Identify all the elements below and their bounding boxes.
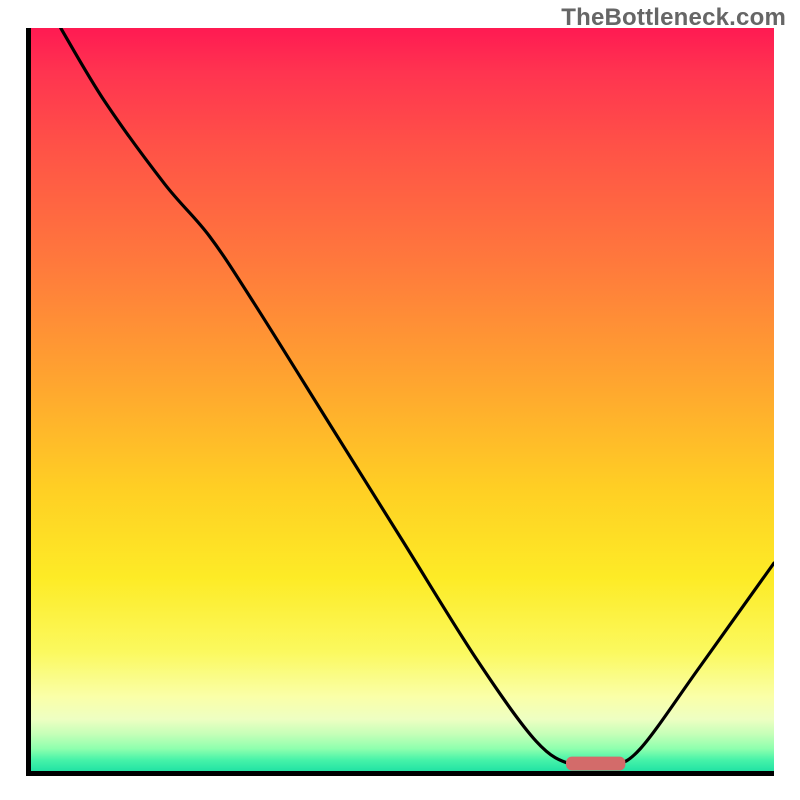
optimal-marker: [566, 757, 625, 771]
plot-area: [26, 28, 774, 776]
bottleneck-curve: [31, 28, 774, 771]
chart-frame: TheBottleneck.com: [0, 0, 800, 800]
